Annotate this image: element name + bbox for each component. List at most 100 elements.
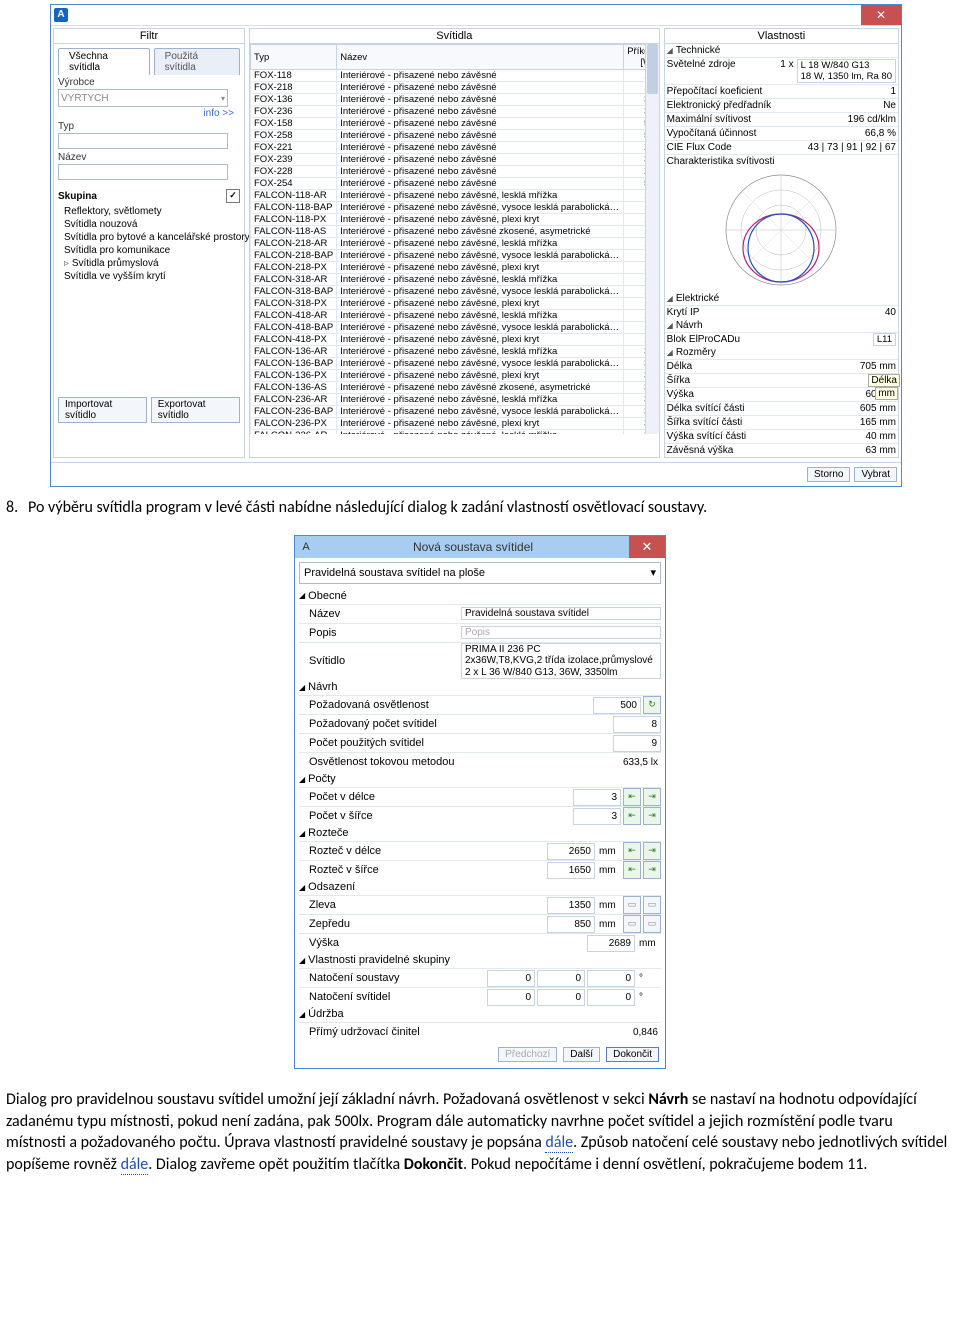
arrow-in-icon[interactable]: ⇤ (623, 861, 641, 879)
table-row[interactable]: FALCON-236-BAPInteriérové - přisazené ne… (251, 406, 659, 418)
table-row[interactable]: FALCON-118-ASInteriérové - přisazené neb… (251, 226, 659, 238)
section-odsazeni[interactable]: Odsazení (308, 881, 355, 893)
tab-used-lights[interactable]: Použitá svítidla (154, 48, 240, 75)
tree-item[interactable]: Svítidla průmyslová (54, 257, 244, 270)
table-row[interactable]: FALCON-218-ARInteriérové - přisazené neb… (251, 238, 659, 250)
arrow-in-icon[interactable]: ⇤ (623, 807, 641, 825)
scrollbar-thumb[interactable] (647, 44, 658, 94)
table-row[interactable]: FALCON-118-PXInteriérové - přisazené neb… (251, 214, 659, 226)
input-popis[interactable]: Popis (461, 626, 661, 640)
table-row[interactable]: FALCON-136-BAPInteriérové - přisazené ne… (251, 358, 659, 370)
value-blok[interactable]: L11 (873, 333, 896, 346)
table-row[interactable]: FALCON-336-ARInteriérové - přisazené neb… (251, 430, 659, 435)
input-roztec-sirce[interactable]: 1650 (547, 862, 595, 879)
vybrat-button[interactable]: Vybrat (854, 467, 897, 482)
table-row[interactable]: FOX-218Interiérové - přisazené nebo závě… (251, 82, 659, 94)
input-zleva[interactable]: 1350 (547, 897, 595, 914)
scrollbar[interactable] (645, 44, 659, 434)
table-row[interactable]: FALCON-118-ARInteriérové - přisazené neb… (251, 190, 659, 202)
table-row[interactable]: FOX-228Interiérové - přisazené nebo závě… (251, 166, 659, 178)
lights-table[interactable]: Typ Název Příkon [W] FOX-118Interiérové … (250, 44, 659, 434)
arrow-out-icon[interactable]: ⇥ (643, 788, 661, 806)
link-dale-2[interactable]: dále (121, 1155, 149, 1175)
table-row[interactable]: FALCON-118-BAPInteriérové - přisazené ne… (251, 202, 659, 214)
input-nat-sv-z[interactable]: 0 (587, 989, 635, 1006)
import-button[interactable]: Importovat svítidlo (58, 397, 147, 423)
info-link[interactable]: info >> (54, 108, 244, 119)
section-navrh[interactable]: Návrh (308, 681, 337, 693)
link-dale-1[interactable]: dále (545, 1133, 573, 1153)
input-nat-sou-y[interactable]: 0 (537, 970, 585, 987)
section-navrh[interactable]: Návrh (676, 320, 703, 331)
input-pocet-delce[interactable]: 3 (573, 789, 621, 806)
storno-button[interactable]: Storno (807, 467, 850, 482)
input-zepredu[interactable]: 850 (547, 916, 595, 933)
align-icon[interactable]: ▭ (623, 896, 641, 914)
tab-all-lights[interactable]: Všechna svítidla (58, 48, 150, 75)
align-icon[interactable]: ▭ (623, 915, 641, 933)
input-vyska[interactable]: 2689 (587, 935, 635, 952)
refresh-icon[interactable]: ↻ (643, 696, 661, 714)
table-row[interactable]: FOX-158Interiérové - přisazené nebo závě… (251, 118, 659, 130)
section-elektricke[interactable]: Elektrické (676, 293, 719, 304)
arrow-in-icon[interactable]: ⇤ (623, 788, 641, 806)
input-nat-sou-x[interactable]: 0 (487, 970, 535, 987)
arrow-out-icon[interactable]: ⇥ (643, 807, 661, 825)
input-nat-sv-y[interactable]: 0 (537, 989, 585, 1006)
table-row[interactable]: FOX-136Interiérové - přisazené nebo závě… (251, 94, 659, 106)
table-row[interactable]: FALCON-218-BAPInteriérové - přisazené ne… (251, 250, 659, 262)
table-row[interactable]: FALCON-136-ARInteriérové - přisazené neb… (251, 346, 659, 358)
tree-item[interactable]: Reflektory, světlomety (54, 205, 244, 218)
table-row[interactable]: FALCON-418-BAPInteriérové - přisazené ne… (251, 322, 659, 334)
input-nat-sou-z[interactable]: 0 (587, 970, 635, 987)
input-poz-osvetlenost[interactable]: 500 (593, 697, 641, 714)
table-row[interactable]: FOX-221Interiérové - přisazené nebo závě… (251, 142, 659, 154)
tree-item[interactable]: Svítidla ve vyšším krytí (54, 270, 244, 283)
input-pocet-sirce[interactable]: 3 (573, 808, 621, 825)
close-button[interactable]: ✕ (629, 536, 665, 558)
table-row[interactable]: FOX-236Interiérové - přisazené nebo závě… (251, 106, 659, 118)
table-row[interactable]: FOX-258Interiérové - přisazené nebo závě… (251, 130, 659, 142)
section-rozmery[interactable]: Rozměry (676, 347, 716, 358)
table-row[interactable]: FALCON-418-PXInteriérové - přisazené neb… (251, 334, 659, 346)
section-technicke[interactable]: Technické (676, 45, 720, 56)
checkbox-skupina[interactable]: ✓ (226, 189, 240, 203)
table-row[interactable]: FALCON-318-BAPInteriérové - přisazené ne… (251, 286, 659, 298)
predchozi-button[interactable]: Předchozí (498, 1047, 557, 1062)
arrow-out-icon[interactable]: ⇥ (643, 842, 661, 860)
align-icon[interactable]: ▭ (643, 896, 661, 914)
arrow-in-icon[interactable]: ⇤ (623, 842, 641, 860)
section-udrzba[interactable]: Údržba (308, 1008, 343, 1020)
combo-soustava-type[interactable]: Pravidelná soustava svítidel na ploše▾ (299, 562, 661, 584)
dokoncit-button[interactable]: Dokončit (606, 1047, 659, 1062)
table-row[interactable]: FOX-254Interiérové - přisazené nebo závě… (251, 178, 659, 190)
section-obecne[interactable]: Obecné (308, 590, 347, 602)
arrow-out-icon[interactable]: ⇥ (643, 861, 661, 879)
section-pocty[interactable]: Počty (308, 773, 336, 785)
combo-vyrobce[interactable]: VYRTYCH▾ (58, 89, 228, 107)
table-row[interactable]: FALCON-318-PXInteriérové - přisazené neb… (251, 298, 659, 310)
table-row[interactable]: FALCON-136-PXInteriérové - přisazené neb… (251, 370, 659, 382)
table-row[interactable]: FOX-239Interiérové - přisazené nebo závě… (251, 154, 659, 166)
align-icon[interactable]: ▭ (643, 915, 661, 933)
input-typ[interactable] (58, 133, 228, 149)
table-row[interactable]: FALCON-136-ASInteriérové - přisazené neb… (251, 382, 659, 394)
table-row[interactable]: FALCON-236-PXInteriérové - přisazené neb… (251, 418, 659, 430)
input-nazev[interactable] (58, 164, 228, 180)
tree-item[interactable]: Svítidla pro komunikace (54, 244, 244, 257)
export-button[interactable]: Exportovat svítidlo (151, 397, 240, 423)
table-row[interactable]: FALCON-236-ARInteriérové - přisazené neb… (251, 394, 659, 406)
input-nazev[interactable]: Pravidelná soustava svítidel (461, 607, 661, 621)
close-button[interactable]: ✕ (861, 5, 901, 25)
section-roztece[interactable]: Rozteče (308, 827, 348, 839)
table-row[interactable]: FOX-118Interiérové - přisazené nebo závě… (251, 70, 659, 82)
dalsi-button[interactable]: Další (563, 1047, 600, 1062)
col-typ[interactable]: Typ (251, 45, 337, 70)
input-roztec-delce[interactable]: 2650 (547, 843, 595, 860)
tree-item[interactable]: Svítidla pro bytové a kancelářské prosto… (54, 231, 244, 244)
table-row[interactable]: FALCON-218-PXInteriérové - přisazené neb… (251, 262, 659, 274)
section-vps[interactable]: Vlastnosti pravidelné skupiny (308, 954, 450, 966)
table-row[interactable]: FALCON-418-ARInteriérové - přisazené neb… (251, 310, 659, 322)
input-nat-sv-x[interactable]: 0 (487, 989, 535, 1006)
col-nazev[interactable]: Název (337, 45, 624, 70)
